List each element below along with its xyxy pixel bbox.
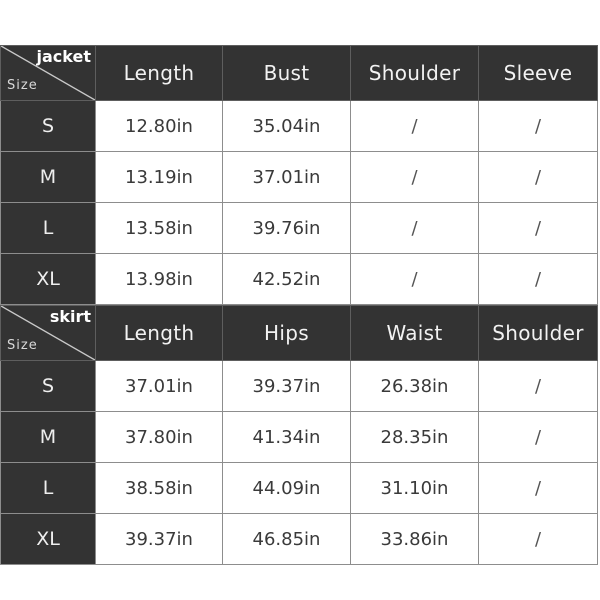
cell-jacket-3-2: / — [350, 253, 479, 305]
table-header-row: jacket Size Length Bust Shoulder Sleeve — [0, 45, 598, 101]
cell-skirt-3-3: / — [478, 513, 598, 565]
cell-jacket-1-2: / — [350, 151, 479, 203]
column-header-jacket-2: Shoulder — [350, 45, 479, 101]
column-header-skirt-1: Hips — [222, 305, 351, 361]
size-cell-jacket-2: L — [0, 202, 96, 254]
table-row: L 38.58in 44.09in 31.10in / — [0, 462, 598, 514]
size-cell-skirt-0: S — [0, 360, 96, 412]
cell-skirt-0-1: 39.37in — [222, 360, 351, 412]
cell-skirt-1-1: 41.34in — [222, 411, 351, 463]
cell-jacket-2-2: / — [350, 202, 479, 254]
size-cell-jacket-0: S — [0, 100, 96, 152]
table-row: XL 39.37in 46.85in 33.86in / — [0, 513, 598, 565]
size-axis-label-skirt: Size — [7, 338, 38, 353]
column-header-jacket-0: Length — [95, 45, 223, 101]
cell-jacket-1-1: 37.01in — [222, 151, 351, 203]
cell-jacket-1-0: 13.19in — [95, 151, 223, 203]
cell-skirt-1-2: 28.35in — [350, 411, 479, 463]
cell-jacket-2-0: 13.58in — [95, 202, 223, 254]
size-table-skirt: skirt Size Length Hips Waist Shoulder S … — [0, 305, 598, 565]
cell-skirt-3-1: 46.85in — [222, 513, 351, 565]
cell-skirt-2-0: 38.58in — [95, 462, 223, 514]
category-label-skirt: skirt — [49, 307, 91, 326]
column-header-skirt-2: Waist — [350, 305, 479, 361]
cell-jacket-0-2: / — [350, 100, 479, 152]
cell-skirt-0-0: 37.01in — [95, 360, 223, 412]
cell-skirt-2-1: 44.09in — [222, 462, 351, 514]
cell-skirt-3-0: 39.37in — [95, 513, 223, 565]
size-cell-skirt-3: XL — [0, 513, 96, 565]
cell-jacket-3-0: 13.98in — [95, 253, 223, 305]
size-cell-skirt-1: M — [0, 411, 96, 463]
size-cell-jacket-3: XL — [0, 253, 96, 305]
cell-skirt-0-2: 26.38in — [350, 360, 479, 412]
table-header-row: skirt Size Length Hips Waist Shoulder — [0, 305, 598, 361]
column-header-jacket-3: Sleeve — [478, 45, 598, 101]
cell-jacket-0-1: 35.04in — [222, 100, 351, 152]
cell-jacket-3-1: 42.52in — [222, 253, 351, 305]
table-row: S 37.01in 39.37in 26.38in / — [0, 360, 598, 412]
cell-jacket-2-3: / — [478, 202, 598, 254]
corner-header-cell-skirt: skirt Size — [0, 305, 96, 361]
cell-skirt-1-3: / — [478, 411, 598, 463]
cell-skirt-1-0: 37.80in — [95, 411, 223, 463]
cell-skirt-3-2: 33.86in — [350, 513, 479, 565]
table-row: XL 13.98in 42.52in / / — [0, 253, 598, 305]
column-header-jacket-1: Bust — [222, 45, 351, 101]
cell-jacket-3-3: / — [478, 253, 598, 305]
size-cell-skirt-2: L — [0, 462, 96, 514]
size-chart-page: jacket Size Length Bust Shoulder Sleeve … — [0, 0, 600, 600]
table-row: M 13.19in 37.01in / / — [0, 151, 598, 203]
cell-skirt-0-3: / — [478, 360, 598, 412]
cell-jacket-2-1: 39.76in — [222, 202, 351, 254]
category-label-jacket: jacket — [36, 47, 91, 66]
size-axis-label-jacket: Size — [7, 78, 38, 93]
cell-jacket-0-3: / — [478, 100, 598, 152]
size-tables-container: jacket Size Length Bust Shoulder Sleeve … — [0, 45, 598, 565]
table-row: L 13.58in 39.76in / / — [0, 202, 598, 254]
cell-skirt-2-2: 31.10in — [350, 462, 479, 514]
cell-jacket-0-0: 12.80in — [95, 100, 223, 152]
cell-jacket-1-3: / — [478, 151, 598, 203]
corner-header-cell-jacket: jacket Size — [0, 45, 96, 101]
table-row: S 12.80in 35.04in / / — [0, 100, 598, 152]
cell-skirt-2-3: / — [478, 462, 598, 514]
size-table-jacket: jacket Size Length Bust Shoulder Sleeve … — [0, 45, 598, 305]
column-header-skirt-0: Length — [95, 305, 223, 361]
column-header-skirt-3: Shoulder — [478, 305, 598, 361]
table-row: M 37.80in 41.34in 28.35in / — [0, 411, 598, 463]
size-cell-jacket-1: M — [0, 151, 96, 203]
